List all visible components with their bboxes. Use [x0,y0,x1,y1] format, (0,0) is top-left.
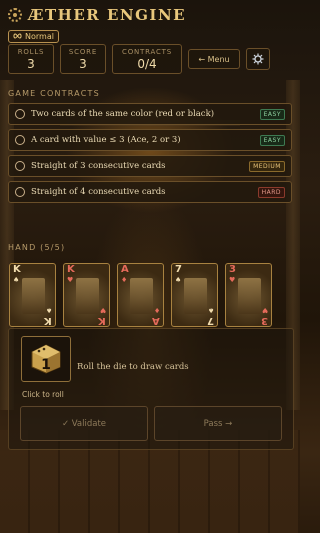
spade-icon: ♠ [207,306,214,314]
radio-icon [15,187,25,197]
heart-icon: ♥ [261,306,268,314]
contract-text: Straight of 4 consecutive cards [31,187,166,197]
contract-item[interactable]: Straight of 4 consecutive cards HARD [8,181,292,203]
action-panel: 1 Roll the die to draw cards Click to ro… [8,328,294,450]
difficulty-tag: HARD [257,186,285,198]
diamond-icon: ♦ [121,276,128,284]
contract-text: Straight of 3 consecutive cards [31,161,166,171]
contracts-list: Two cards of the same color (red or blac… [8,103,292,207]
card-art [76,278,99,314]
contract-item[interactable]: A card with value ≤ 3 (Ace, 2 or 3) EASY [8,129,292,151]
difficulty-badge: Normal [8,29,59,43]
radio-icon [15,109,25,119]
die-face: 1 [41,357,51,373]
difficulty-tag: EASY [259,108,285,120]
infinity-icon [13,33,22,39]
die-icon: 1 [31,344,61,374]
roll-prompt: Roll the die to draw cards [77,362,189,372]
card-rank: K [67,264,75,275]
contract-text: Two cards of the same color (red or blac… [31,109,215,119]
card-rank: A [152,315,160,326]
page-title: ÆTHER ENGINE [28,6,187,24]
gear-icon [8,8,22,22]
stat-rolls: ROLLS 3 [8,44,54,74]
roll-hint: Click to roll [22,390,64,399]
card-art [22,278,45,314]
title-row: ÆTHER ENGINE [8,6,292,24]
playing-card[interactable]: 7 ♠ ♠ 7 [171,263,218,327]
contract-item[interactable]: Two cards of the same color (red or blac… [8,103,292,125]
header: ÆTHER ENGINE Normal [8,6,292,43]
card-rank: K [98,315,106,326]
hand: K ♠ ♠ K K ♥ ♥ K A ♦ ♦ A 7 ♠ ♠ 7 3 ♥ ♥ 3 [9,263,279,327]
diamond-icon: ♦ [153,306,160,314]
card-rank: K [44,315,52,326]
card-rank: 7 [175,264,182,275]
settings-button[interactable] [246,48,270,70]
stat-value: 0/4 [137,56,157,71]
card-art [238,278,261,314]
heart-icon: ♥ [229,276,236,284]
card-art [130,278,153,314]
difficulty-tag: EASY [259,134,285,146]
stat-value: 3 [79,56,87,71]
validate-button[interactable]: ✓ Validate [20,406,148,441]
playing-card[interactable]: K ♥ ♥ K [63,263,110,327]
spade-icon: ♠ [45,306,52,314]
contract-text: A card with value ≤ 3 (Ace, 2 or 3) [31,135,181,145]
die-button[interactable]: 1 [21,336,71,382]
stat-label: SCORE [68,47,98,56]
stat-label: CONTRACTS [122,47,172,56]
contract-item[interactable]: Straight of 3 consecutive cards MEDIUM [8,155,292,177]
card-rank: A [121,264,129,275]
contracts-heading: GAME CONTRACTS [8,89,100,98]
card-rank: 7 [207,315,214,326]
playing-card[interactable]: 3 ♥ ♥ 3 [225,263,272,327]
pass-button[interactable]: Pass → [154,406,282,441]
stats-bar: ROLLS 3 SCORE 3 CONTRACTS 0/4 ← Menu [8,44,292,74]
difficulty-label: Normal [25,31,54,41]
radio-icon [15,135,25,145]
stat-label: ROLLS [17,47,45,56]
stat-score: SCORE 3 [60,44,106,74]
heart-icon: ♥ [67,276,74,284]
spade-icon: ♠ [13,276,20,284]
cog-icon [252,53,264,65]
heart-icon: ♥ [99,306,106,314]
playing-card[interactable]: K ♠ ♠ K [9,263,56,327]
spade-icon: ♠ [175,276,182,284]
hand-heading: HAND (5/5) [8,243,66,252]
stat-contracts: CONTRACTS 0/4 [112,44,182,74]
difficulty-tag: MEDIUM [249,160,285,172]
card-rank: 3 [229,264,236,275]
menu-button[interactable]: ← Menu [188,49,240,69]
radio-icon [15,161,25,171]
playing-card[interactable]: A ♦ ♦ A [117,263,164,327]
stat-value: 3 [27,56,35,71]
card-rank: 3 [261,315,268,326]
card-rank: K [13,264,21,275]
card-art [184,278,207,314]
